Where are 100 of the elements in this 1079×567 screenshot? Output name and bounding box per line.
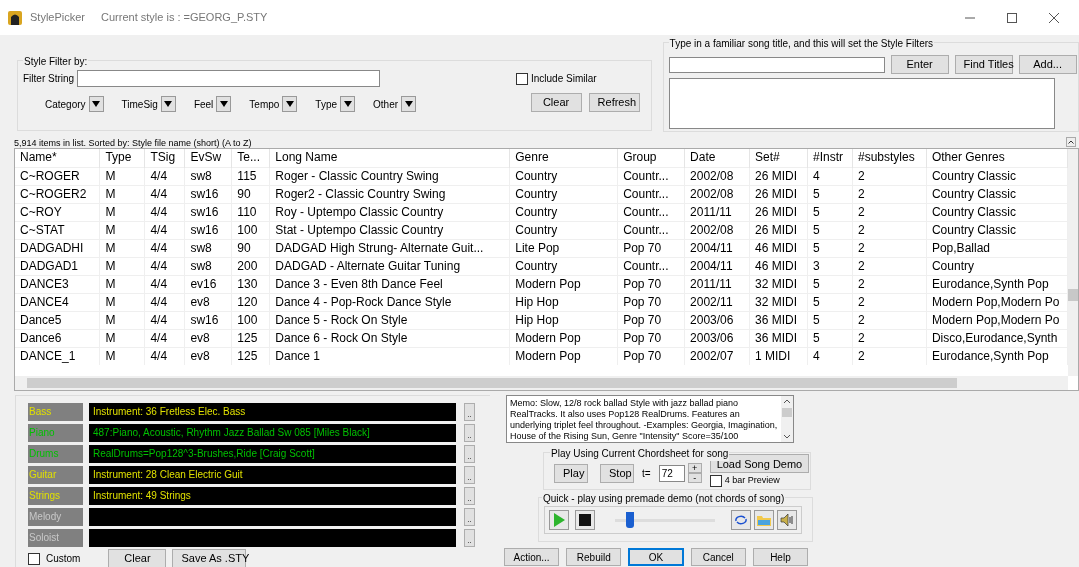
dropdown-button[interactable] <box>282 96 298 112</box>
table-cell: Country Classic <box>926 185 1068 203</box>
dropdown-button[interactable] <box>88 96 104 112</box>
track-more-button[interactable]: .. <box>464 444 475 463</box>
column-header[interactable]: Set# <box>749 149 808 167</box>
filter-dropdown-label: Feel <box>193 98 214 112</box>
tempo-field[interactable]: 72 <box>658 464 685 482</box>
column-header[interactable]: Type <box>99 149 145 167</box>
track-instrument-field[interactable] <box>89 507 456 526</box>
table-cell: DANCE_1 <box>15 347 100 365</box>
table-cell: 46 MIDI <box>749 239 808 257</box>
song-title-list[interactable] <box>668 78 1055 129</box>
table-cell: M <box>99 203 145 221</box>
column-header[interactable]: Te... <box>231 149 270 167</box>
loop-icon[interactable] <box>731 510 751 530</box>
track-more-button[interactable]: .. <box>464 486 475 505</box>
tempo-up-button[interactable]: + <box>687 463 702 473</box>
memo-scrollbar-icon[interactable] <box>781 396 793 442</box>
filter-dropdown-label: Type <box>315 98 338 112</box>
track-more-button[interactable]: .. <box>464 402 475 421</box>
clear-button[interactable]: Clear <box>108 549 167 567</box>
track-more-button[interactable]: .. <box>464 528 475 547</box>
dropdown-button[interactable] <box>401 96 417 112</box>
clear-button[interactable]: Clear <box>530 93 582 112</box>
column-header[interactable]: Name* <box>15 149 100 167</box>
table-cell: ev8 <box>184 293 232 311</box>
table-cell: 2 <box>852 257 927 275</box>
table-cell: ev8 <box>184 329 232 347</box>
column-header[interactable]: Other Genres <box>926 149 1068 167</box>
dialog-button[interactable]: Cancel <box>690 548 746 566</box>
table-cell: M <box>99 239 145 257</box>
horizontal-scrollbar[interactable] <box>15 376 1068 390</box>
column-header[interactable]: #substyles <box>852 149 927 167</box>
song-title-legend: Type in a familiar song title, and this will set the Style Filters <box>668 36 935 51</box>
table-cell: 100 <box>231 311 270 329</box>
save-as-button[interactable]: Save As .STY <box>172 549 247 567</box>
preview-checkbox[interactable] <box>709 475 722 487</box>
stop-icon[interactable] <box>575 510 595 530</box>
column-header[interactable]: Date <box>684 149 750 167</box>
track-instrument-field[interactable]: 487:Piano, Acoustic, Rhythm Jazz Ballad Sw 085 [Miles Black] <box>89 423 456 442</box>
dialog-button[interactable]: Action... <box>504 548 560 566</box>
include-similar-checkbox[interactable] <box>516 72 528 85</box>
find-titles-button[interactable]: Find Titles <box>954 55 1013 74</box>
play-button[interactable]: Play <box>554 463 588 483</box>
dropdown-button[interactable] <box>160 96 176 112</box>
custom-checkbox[interactable] <box>28 552 40 565</box>
track-instrument-field[interactable]: Instrument: 36 Fretless Elec. Bass <box>89 402 456 421</box>
dialog-button[interactable]: Help <box>752 548 808 566</box>
column-header[interactable]: Group <box>617 149 685 167</box>
table-cell: Country <box>509 203 618 221</box>
column-header[interactable]: #Instr <box>807 149 853 167</box>
table-cell: sw16 <box>184 311 232 329</box>
dialog-button[interactable]: Rebuild <box>566 548 622 566</box>
table-cell: M <box>99 311 145 329</box>
table-cell: DANCE3 <box>15 275 100 293</box>
dialog-button[interactable]: OK <box>628 548 684 566</box>
close-icon[interactable] <box>1049 12 1059 23</box>
song-title-field[interactable] <box>668 56 885 73</box>
track-more-button[interactable]: .. <box>464 423 475 442</box>
table-cell: M <box>99 257 145 275</box>
column-header[interactable]: Genre <box>509 149 618 167</box>
speaker-icon[interactable] <box>777 510 797 530</box>
table-cell: Pop 70 <box>617 347 685 365</box>
table-cell: 4/4 <box>144 347 185 365</box>
table-cell: DADGAD - Alternate Guitar Tuning <box>269 257 510 275</box>
table-cell: Eurodance,Synth Pop <box>926 275 1068 293</box>
column-header[interactable]: EvSw <box>184 149 232 167</box>
track-more-button[interactable]: .. <box>464 507 475 526</box>
table-cell: 2 <box>852 347 927 365</box>
track-instrument-field[interactable]: RealDrums=Pop128^3-Brushes,Ride [Craig Scott] <box>89 444 456 463</box>
refresh-button[interactable]: Refresh <box>588 93 640 112</box>
filter-string-field[interactable] <box>77 70 380 87</box>
table-cell: M <box>99 275 145 293</box>
dropdown-button[interactable] <box>340 96 356 112</box>
window-title: StylePicker <box>30 10 86 26</box>
table-cell: 2004/11 <box>684 257 750 275</box>
track-instrument-field[interactable] <box>89 528 456 547</box>
tempo-down-button[interactable]: - <box>687 473 702 483</box>
custom-label: Custom <box>46 552 81 566</box>
column-header[interactable]: TSig <box>144 149 185 167</box>
demo-slider-thumb[interactable] <box>626 512 634 528</box>
table-cell: 36 MIDI <box>749 311 808 329</box>
add-button[interactable]: Add... <box>1018 55 1077 74</box>
table-cell: Modern Pop,Modern Po <box>926 293 1068 311</box>
down-triangle-icon <box>404 101 413 107</box>
enter-button[interactable]: Enter <box>890 55 949 74</box>
table-cell: 32 MIDI <box>749 293 808 311</box>
table-cell: Countr... <box>617 203 685 221</box>
table-cell: sw8 <box>184 257 232 275</box>
scroll-up-icon[interactable] <box>1066 137 1076 147</box>
tempo-label: t= <box>642 466 651 481</box>
table-cell: ev16 <box>184 275 232 293</box>
maximize-icon[interactable] <box>1007 12 1017 23</box>
track-instrument-field[interactable]: Instrument: 28 Clean Electric Guit <box>89 465 456 484</box>
vertical-scrollbar[interactable] <box>1068 149 1078 376</box>
dropdown-button[interactable] <box>216 96 232 112</box>
track-more-button[interactable]: .. <box>464 465 475 484</box>
column-header[interactable]: Long Name <box>269 149 510 167</box>
stop-button[interactable]: Stop <box>600 463 634 483</box>
track-instrument-field[interactable]: Instrument: 49 Strings <box>89 486 456 505</box>
